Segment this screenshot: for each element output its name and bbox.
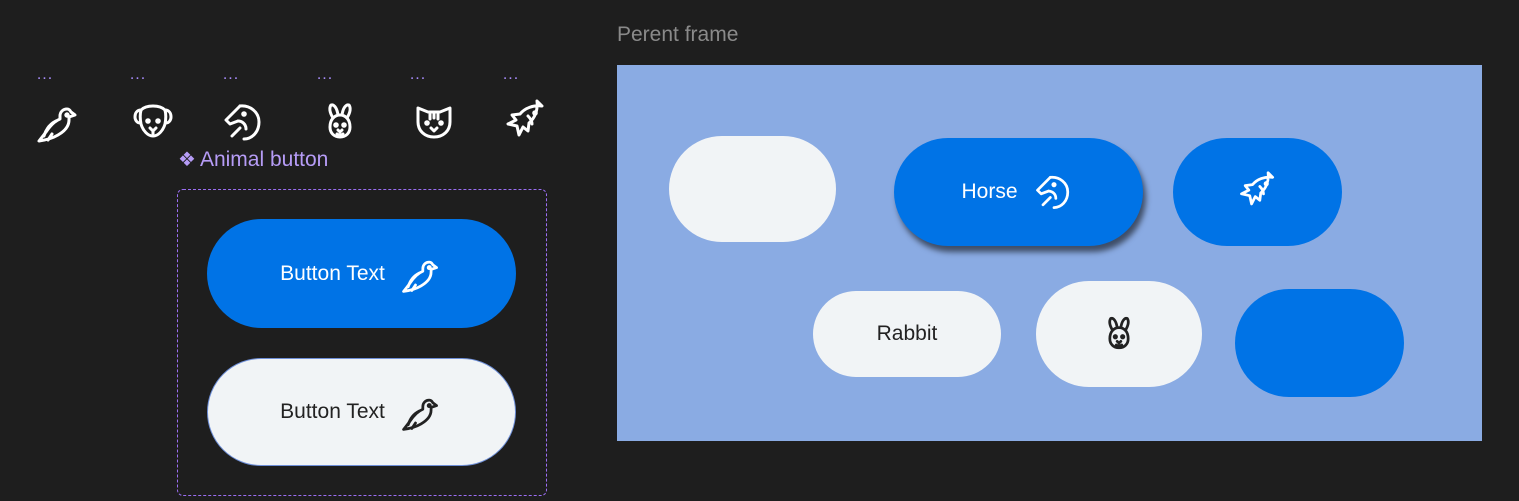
rabbit-icon: [1097, 312, 1141, 356]
dog-icon[interactable]: [129, 98, 177, 146]
fish-icon[interactable]: [502, 98, 550, 146]
button-label: Button Text: [280, 261, 385, 285]
bird-icon: [399, 390, 443, 434]
animal-button-empty-light[interactable]: [669, 136, 836, 242]
horse-icon: [1032, 170, 1076, 214]
component-name: Animal button: [199, 148, 329, 171]
bird-icon[interactable]: [34, 98, 82, 146]
animal-button-variant-light[interactable]: Button Text: [207, 358, 516, 466]
button-label: Button Text: [280, 400, 385, 423]
frame-title[interactable]: Perent frame: [617, 23, 738, 47]
component-icon: ❖: [178, 149, 196, 171]
icon-menu-dots[interactable]: ...: [305, 67, 345, 83]
rabbit-icon[interactable]: [316, 98, 364, 146]
icon-menu-dots[interactable]: ...: [491, 67, 531, 83]
fish-button[interactable]: [1173, 138, 1342, 246]
button-label: Horse: [961, 180, 1018, 203]
horse-button[interactable]: Horse: [894, 138, 1143, 246]
icon-menu-dots[interactable]: ...: [211, 67, 251, 83]
fish-icon: [1236, 170, 1280, 214]
rabbit-icon-button[interactable]: [1036, 281, 1202, 387]
horse-icon[interactable]: [220, 98, 268, 146]
icon-menu-dots[interactable]: ...: [25, 67, 65, 83]
bird-icon: [399, 252, 443, 296]
cat-icon[interactable]: [410, 98, 458, 146]
component-label[interactable]: ❖ Animal button: [178, 148, 328, 172]
animal-button-variant-blue[interactable]: Button Text: [207, 219, 516, 328]
rabbit-button[interactable]: Rabbit: [813, 291, 1001, 377]
icon-menu-dots[interactable]: ...: [118, 67, 158, 83]
button-label: Rabbit: [876, 322, 938, 345]
icon-menu-dots[interactable]: ...: [398, 67, 438, 83]
animal-button-empty-blue[interactable]: [1235, 289, 1404, 397]
